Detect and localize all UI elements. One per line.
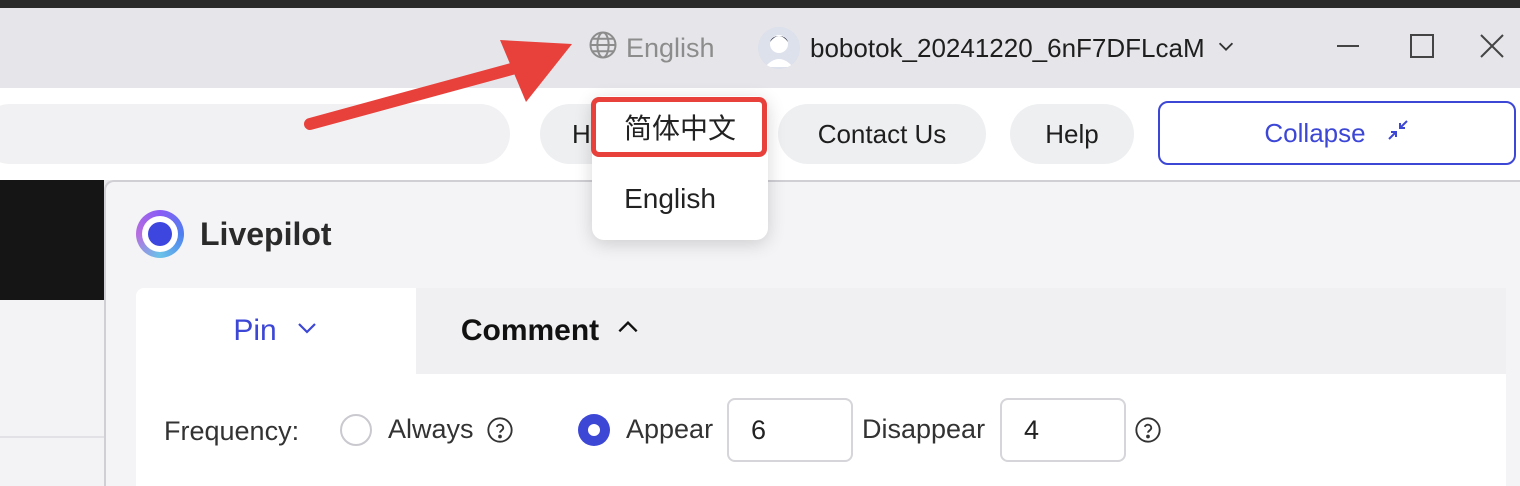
language-option-label: English	[624, 183, 716, 214]
chevron-down-icon	[1215, 33, 1237, 64]
search-bar[interactable]	[0, 104, 510, 164]
disappear-label: Disappear	[862, 414, 986, 444]
maximize-icon	[1409, 33, 1435, 64]
home-button-label: H	[572, 118, 591, 149]
background-video-area	[0, 180, 104, 300]
avatar	[758, 27, 800, 69]
always-label: Always	[388, 414, 474, 444]
language-option-zh[interactable]: 简体中文	[592, 98, 768, 156]
tab-pin-label: Pin	[233, 314, 277, 347]
brand: Livepilot	[136, 210, 332, 258]
help-circle-icon[interactable]	[486, 416, 514, 449]
top-strip	[0, 0, 1520, 8]
language-option-label: 简体中文	[623, 113, 736, 144]
disappear-count-input[interactable]	[1000, 398, 1126, 462]
appear-count-input[interactable]	[727, 398, 853, 462]
language-current-label: English	[626, 32, 715, 63]
tab-pin[interactable]: Pin	[136, 288, 416, 374]
appear-label: Appear	[626, 414, 714, 444]
close-button[interactable]	[1472, 26, 1512, 70]
help-button[interactable]: Help	[1010, 104, 1134, 164]
brand-name: Livepilot	[200, 215, 332, 252]
chevron-down-icon	[295, 314, 319, 348]
username-label: bobotok_20241220_6nF7DFLcaM	[810, 32, 1205, 63]
always-radio[interactable]	[340, 414, 372, 446]
collapse-label: Collapse	[1264, 117, 1366, 148]
close-icon	[1479, 33, 1505, 64]
user-menu[interactable]: bobotok_20241220_6nF7DFLcaM	[758, 26, 1237, 70]
collapse-button[interactable]: Collapse	[1158, 101, 1516, 165]
tab-comment-label: Comment	[460, 314, 600, 347]
background-panel	[0, 300, 104, 486]
language-option-en[interactable]: English	[592, 170, 748, 228]
minimize-icon	[1335, 33, 1361, 64]
frequency-label: Frequency:	[164, 416, 300, 446]
contact-us-button[interactable]: Contact Us	[778, 104, 986, 164]
contact-us-label: Contact Us	[817, 118, 947, 149]
language-switcher[interactable]: English	[588, 30, 715, 66]
appear-radio[interactable]	[578, 414, 610, 446]
collapse-icon	[1386, 118, 1410, 149]
help-circle-icon[interactable]	[1134, 416, 1162, 449]
help-label: Help	[1045, 118, 1099, 149]
minimize-button[interactable]	[1328, 26, 1368, 70]
chevron-up-icon	[615, 314, 641, 348]
maximize-button[interactable]	[1402, 26, 1442, 70]
globe-icon	[588, 30, 618, 67]
livepilot-logo-icon	[136, 210, 184, 258]
tab-comment[interactable]: Comment	[416, 288, 686, 374]
divider	[0, 436, 104, 438]
